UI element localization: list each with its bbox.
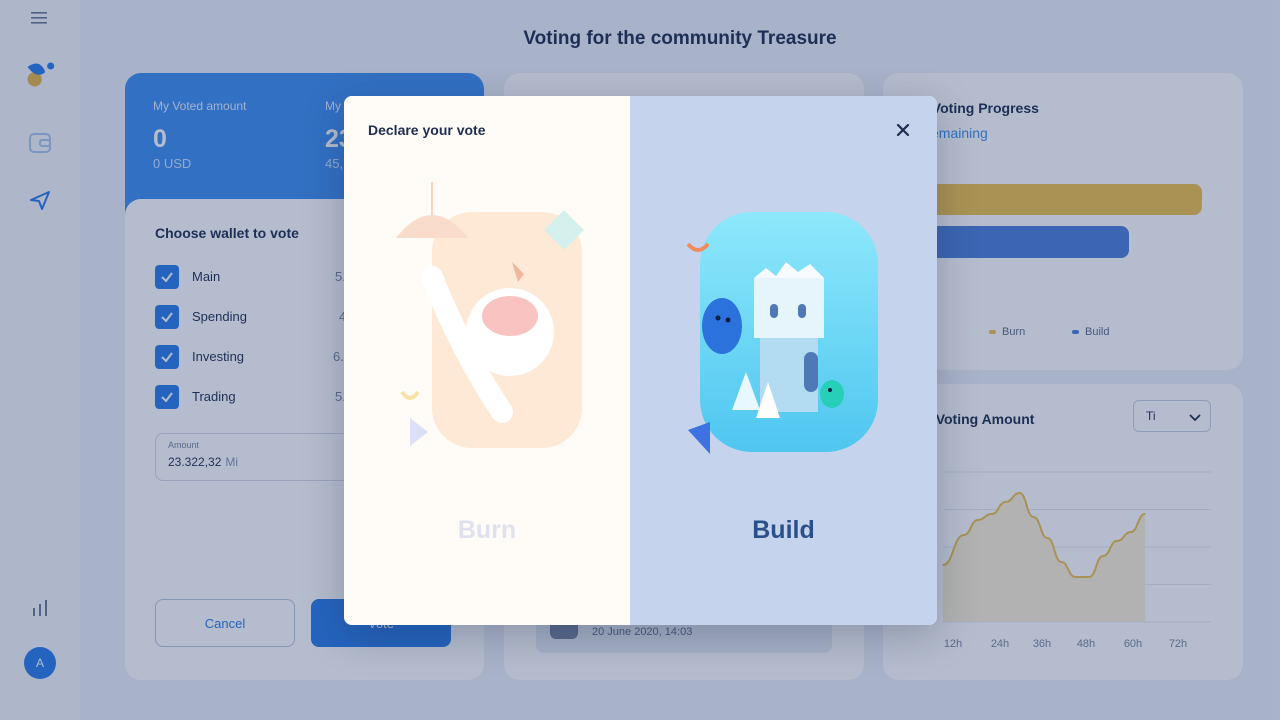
vote-modal: Burn Build Declare your vote bbox=[344, 96, 937, 625]
burn-label: Burn bbox=[457, 516, 517, 544]
close-button[interactable] bbox=[891, 118, 915, 142]
build-illustration bbox=[686, 212, 878, 454]
burn-option[interactable]: Burn bbox=[344, 96, 630, 625]
burn-illustration bbox=[396, 182, 584, 448]
modal-title: Declare your vote bbox=[368, 122, 486, 138]
build-label: Build bbox=[752, 516, 815, 544]
build-option[interactable]: Build bbox=[630, 96, 937, 625]
close-icon bbox=[896, 123, 910, 137]
